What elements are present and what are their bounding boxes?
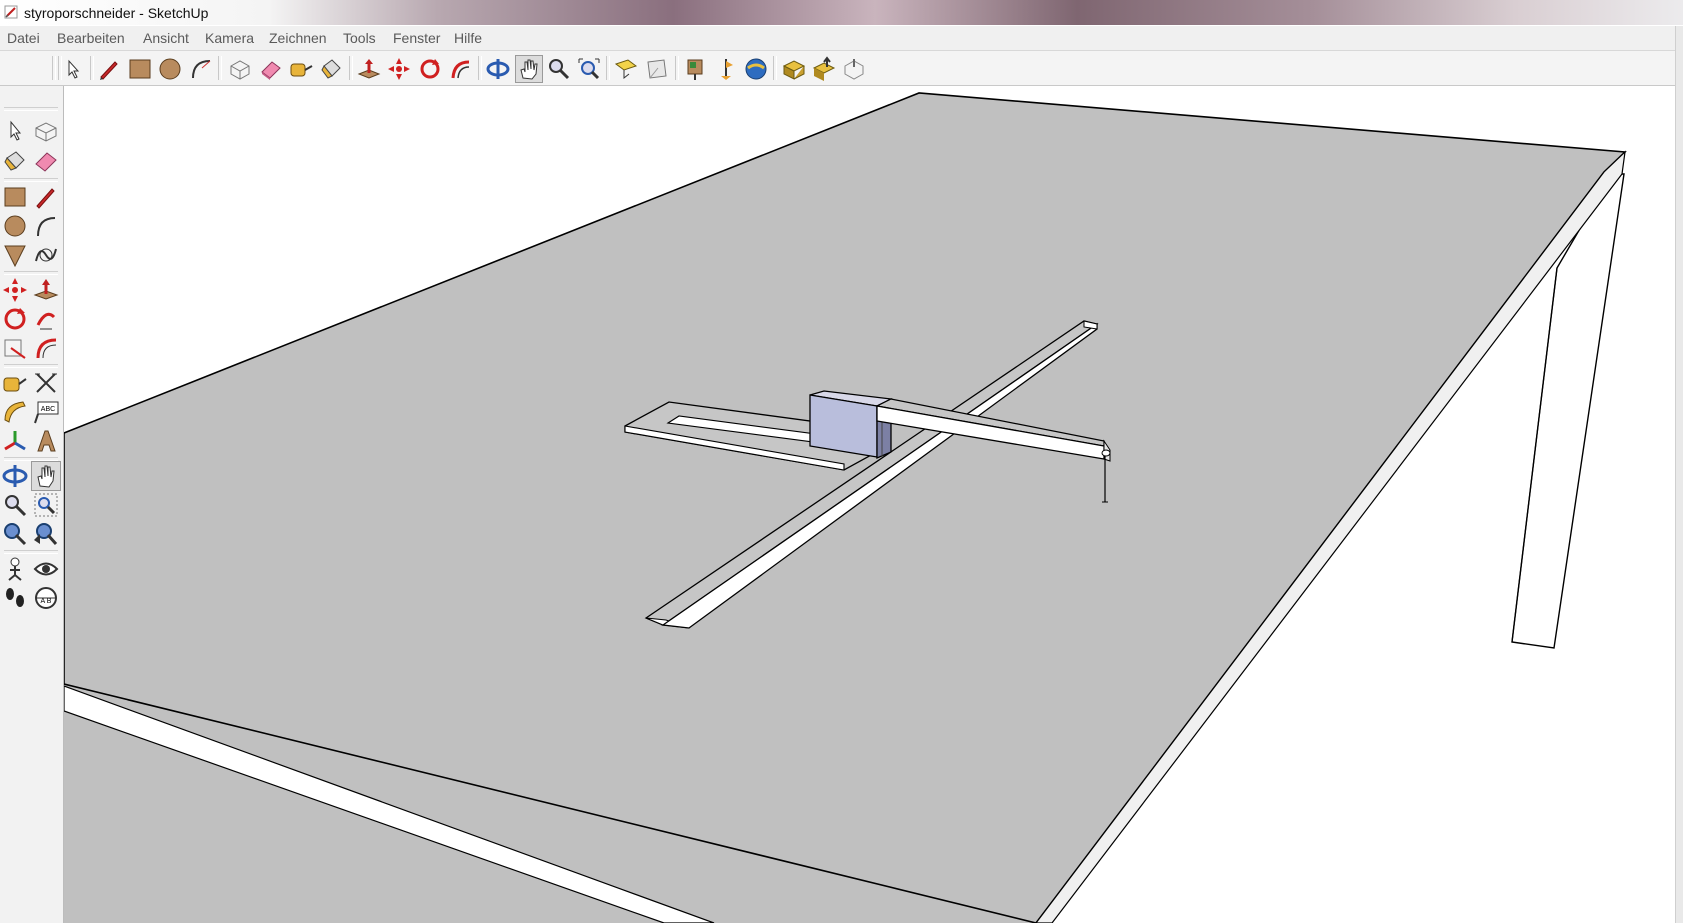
eraser-icon[interactable] (258, 56, 284, 82)
toolbar-grip (4, 107, 58, 111)
get-models-icon[interactable] (781, 56, 807, 82)
zoom-icon[interactable] (1, 491, 29, 519)
add-location-icon[interactable] (683, 56, 709, 82)
pan-icon[interactable] (31, 461, 61, 491)
zoom-extents-icon[interactable] (1, 520, 29, 548)
position-camera-icon[interactable] (1, 555, 29, 583)
cutter-carriage (809, 390, 894, 459)
zoom-icon[interactable] (546, 56, 572, 82)
toolbar-separator (773, 56, 777, 80)
pencil-icon[interactable] (96, 56, 122, 82)
toolbar-separator (4, 364, 58, 368)
freehand-icon[interactable] (32, 241, 60, 269)
pan-icon[interactable] (515, 55, 543, 83)
paint-bucket-icon[interactable] (1, 147, 29, 175)
protractor-icon[interactable] (1, 398, 29, 426)
model-canvas[interactable] (64, 86, 1683, 923)
rectangle-icon[interactable] (1, 183, 29, 211)
look-around-icon[interactable] (32, 555, 60, 583)
orbit-icon[interactable] (1, 462, 29, 490)
dimension-icon[interactable] (32, 369, 60, 397)
toolbar-separator (675, 56, 679, 80)
window-right-edge (1675, 26, 1683, 923)
text-tool-label: ABC (41, 406, 55, 413)
push-pull-icon[interactable] (32, 276, 60, 304)
menu-hilfe[interactable]: Hilfe (454, 30, 482, 46)
share-component-icon[interactable] (841, 56, 867, 82)
section-plane-icon[interactable]: A B (32, 584, 60, 612)
toolbar-separator (349, 56, 353, 80)
window-title: styroporschneider - SketchUp (24, 5, 209, 21)
tape-measure-icon[interactable] (1, 369, 29, 397)
menu-bearbeiten[interactable]: Bearbeiten (57, 30, 125, 46)
offset-icon[interactable] (32, 334, 60, 362)
section-plane-label: A B (41, 598, 52, 605)
circle-icon[interactable] (157, 56, 183, 82)
eraser-icon[interactable] (32, 147, 60, 175)
3d-text-icon[interactable] (32, 427, 60, 455)
move-icon[interactable] (386, 56, 412, 82)
menu-datei[interactable]: Datei (7, 30, 40, 46)
menu-zeichnen[interactable]: Zeichnen (269, 30, 327, 46)
tape-measure-icon[interactable] (288, 56, 314, 82)
toolbar-separator (4, 271, 58, 275)
axes-icon[interactable] (1, 427, 29, 455)
menu-bar: Datei Bearbeiten Ansicht Kamera Zeichnen… (0, 26, 1683, 51)
model-viewport[interactable] (64, 86, 1683, 923)
arc-icon[interactable] (188, 56, 214, 82)
move-icon[interactable] (1, 276, 29, 304)
rectangle-icon[interactable] (127, 56, 153, 82)
menu-tools[interactable]: Tools (343, 30, 376, 46)
menu-kamera[interactable]: Kamera (205, 30, 254, 46)
toolbar-separator (4, 550, 58, 554)
line-icon[interactable] (32, 183, 60, 211)
zoom-window-icon[interactable] (32, 491, 60, 519)
sketchup-app-icon (4, 5, 18, 19)
orbit-icon[interactable] (485, 56, 511, 82)
menu-ansicht[interactable]: Ansicht (143, 30, 189, 46)
toolbar-separator (606, 56, 610, 80)
toolbar-grip (52, 56, 56, 80)
next-view-icon[interactable] (644, 56, 670, 82)
menu-fenster[interactable]: Fenster (393, 30, 440, 46)
left-toolbar: ABC A B (0, 86, 64, 923)
title-bar: styroporschneider - SketchUp (0, 0, 1683, 25)
make-component-icon[interactable] (227, 56, 253, 82)
walk-icon[interactable] (1, 584, 29, 612)
arc-icon[interactable] (32, 212, 60, 240)
toolbar-separator (90, 56, 94, 80)
make-component-icon[interactable] (32, 117, 60, 145)
polygon-icon[interactable] (1, 241, 29, 269)
previous-view-icon[interactable] (32, 520, 60, 548)
toggle-terrain-icon[interactable] (713, 56, 739, 82)
zoom-extents-icon[interactable] (576, 56, 602, 82)
select-icon[interactable] (60, 56, 86, 82)
toolbar-separator (478, 56, 482, 80)
follow-me-icon[interactable] (448, 56, 474, 82)
select-icon[interactable] (1, 117, 29, 145)
scale-icon[interactable] (1, 334, 29, 362)
toolbar-separator (218, 56, 222, 80)
previous-view-icon[interactable] (613, 56, 639, 82)
toolbar-separator (4, 178, 58, 182)
paint-bucket-icon[interactable] (318, 56, 344, 82)
toolbar-separator (4, 457, 58, 461)
share-model-icon[interactable] (811, 56, 837, 82)
rotate-icon[interactable] (417, 56, 443, 82)
google-earth-icon[interactable] (743, 56, 769, 82)
main-toolbar (0, 51, 1683, 86)
rotate-icon[interactable] (1, 305, 29, 333)
circle-icon[interactable] (1, 212, 29, 240)
text-icon[interactable]: ABC (32, 398, 60, 426)
follow-me-icon[interactable] (32, 305, 60, 333)
push-pull-icon[interactable] (356, 56, 382, 82)
